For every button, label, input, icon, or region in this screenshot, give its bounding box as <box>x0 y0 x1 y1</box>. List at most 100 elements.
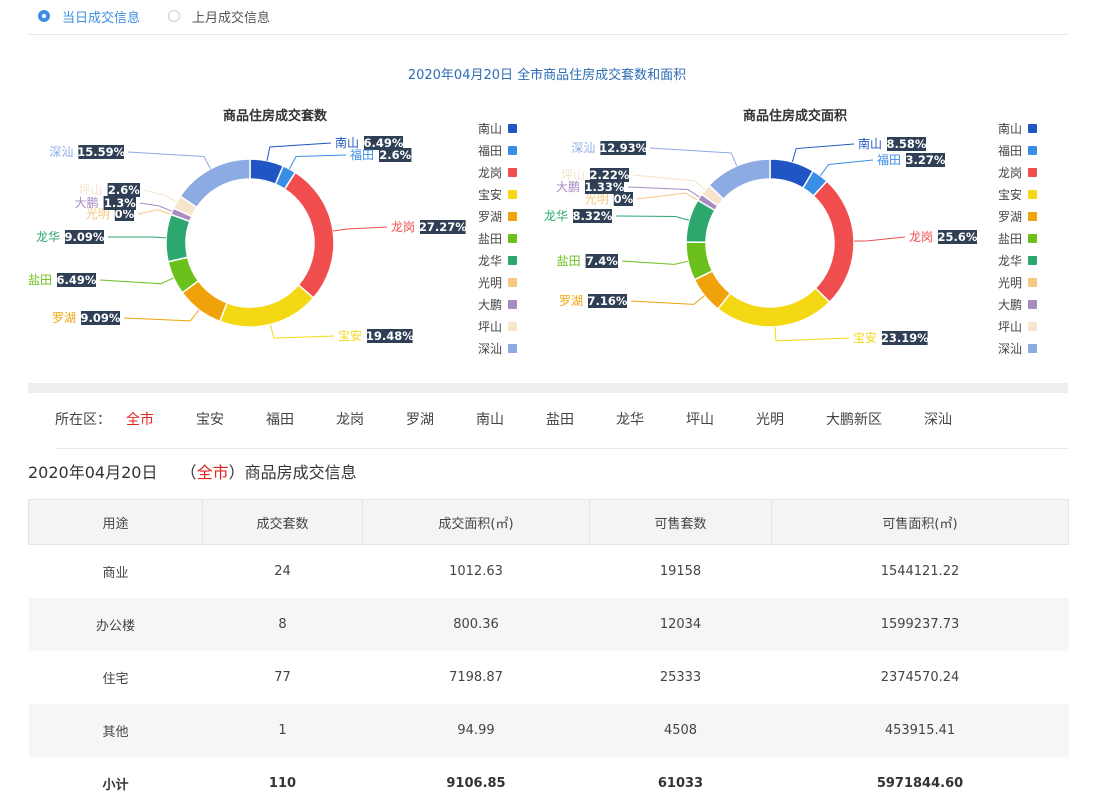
table-header-cell: 可售套数 <box>589 499 772 545</box>
slice-label-name: 光明 <box>585 192 609 206</box>
deal-info-table: 用途 成交套数 成交面积(㎡) 可售套数 可售面积(㎡) 商业 24 1012.63 1915… <box>28 499 1069 810</box>
leader-line <box>853 236 906 242</box>
slice-label-name: 大鹏 <box>75 196 99 210</box>
leader-line <box>774 326 850 342</box>
section-separator <box>28 383 1068 393</box>
divider <box>55 448 1068 449</box>
district-item[interactable]: 龙华 <box>616 409 644 429</box>
slice-label-name: 宝安 <box>853 330 877 345</box>
district-item[interactable]: 宝安 <box>196 409 224 429</box>
table-cell: 1599237.73 <box>771 598 1069 651</box>
table-row: 商业 24 1012.63 19158 1544121.22 <box>29 545 1069 599</box>
legend-swatch <box>508 190 517 199</box>
district-item[interactable]: 盐田 <box>546 409 574 429</box>
leader-line <box>615 215 690 221</box>
divider <box>28 34 1068 35</box>
table-cell: 其他 <box>28 704 203 757</box>
donut-slice <box>716 287 831 328</box>
district-item[interactable]: 坪山 <box>686 409 714 429</box>
district-item[interactable]: 罗湖 <box>406 409 434 429</box>
table-title-suffix: 商品房成交信息 <box>244 463 357 482</box>
legend-label: 深汕 <box>998 342 1022 356</box>
leader-line <box>289 154 347 170</box>
district-filter-label: 所在区： <box>55 412 111 428</box>
legend-swatch <box>1028 278 1037 287</box>
legend-swatch <box>1028 344 1037 353</box>
donut-slice <box>165 213 191 263</box>
radio-last-month[interactable]: 上月成交信息 <box>168 7 270 26</box>
slice-label-name: 大鹏 <box>556 180 580 194</box>
district-item[interactable]: 光明 <box>756 409 784 429</box>
page-title: 2020年04月20日 全市商品住房成交套数和面积 <box>407 68 687 83</box>
leader-line <box>819 159 874 177</box>
district-item[interactable]: 福田 <box>266 409 294 429</box>
table-header-cell: 成交面积(㎡) <box>362 499 590 545</box>
legend-label: 宝安 <box>478 187 502 202</box>
slice-label-value: 12.93% <box>599 141 647 155</box>
legend-label: 罗湖 <box>998 209 1022 224</box>
slice-label-name: 盐田 <box>28 273 52 287</box>
legend-swatch <box>508 300 517 309</box>
district-item[interactable]: 深汕 <box>924 409 952 429</box>
slice-label-value: 15.59% <box>77 145 125 159</box>
table-cell: 小计 <box>102 778 129 793</box>
slice-label-name: 盐田 <box>557 254 581 268</box>
table-header-cell: 可售面积(㎡) <box>771 499 1069 545</box>
legend-swatch <box>508 322 517 331</box>
table-cell: 商业 <box>102 566 129 581</box>
table-header-cell: 成交套数 <box>202 499 363 545</box>
slice-label-name: 南山 <box>858 136 882 151</box>
slice-label-name: 宝安 <box>338 328 362 343</box>
legend-swatch <box>1028 212 1037 221</box>
slice-label-value: 2.6% <box>379 148 411 162</box>
legend-swatch <box>508 278 517 287</box>
legend-label: 福田 <box>998 143 1022 158</box>
table-cell: 9106.85 <box>446 776 506 791</box>
table-row: 办公楼 8 800.36 12034 1599237.73 <box>28 598 1069 651</box>
slice-label-name: 龙岗 <box>391 220 415 234</box>
leader-line <box>636 192 699 201</box>
table-cell: 19158 <box>659 564 702 579</box>
table-cell: 94.99 <box>362 704 590 757</box>
district-item[interactable]: 南山 <box>476 409 504 429</box>
legend-swatch <box>508 212 517 221</box>
slice-label-value: 19.48% <box>366 329 414 343</box>
slice-label-name: 罗湖 <box>559 293 583 308</box>
legend-swatch <box>1028 234 1037 243</box>
legend-swatch <box>508 124 517 133</box>
table-cell: 24 <box>274 564 291 579</box>
legend-label: 盐田 <box>478 232 502 246</box>
legend-label: 龙华 <box>478 254 502 268</box>
leader-line <box>143 189 177 203</box>
donut-slice <box>283 171 335 300</box>
district-item[interactable]: 龙岗 <box>336 409 364 429</box>
slice-label-value: 27.27% <box>419 220 467 234</box>
district-item[interactable]: 大鹏新区 <box>826 409 882 429</box>
legend-label: 盐田 <box>998 232 1022 246</box>
table-cell: 1 <box>202 704 363 757</box>
legend-label: 光明 <box>998 276 1022 290</box>
slice-label-name: 龙岗 <box>909 230 933 244</box>
district-item[interactable]: 全市 <box>126 409 154 429</box>
leader-line <box>266 142 332 161</box>
radio-last-month-label: 上月成交信息 <box>192 10 271 26</box>
legend-swatch <box>508 146 517 155</box>
slice-label-value: 7.16% <box>588 294 628 308</box>
leader-line <box>99 277 174 285</box>
legend-swatch <box>1028 168 1037 177</box>
slice-label-value: 2.22% <box>590 168 630 182</box>
table-cell: 25333 <box>659 670 702 685</box>
radio-selected-icon <box>38 10 50 22</box>
donut-charts: 商品住房成交套数南山 6.49% 福田 2.6% 龙岗 27.27% 宝安 19.48% 罗湖 9… <box>28 108 1037 356</box>
table-cell: 1012.63 <box>449 564 503 579</box>
chart-title: 商品住房成交套数 <box>223 108 328 124</box>
table-row: 其他 1 94.99 4508 453915.41 <box>28 704 1069 757</box>
slice-label-name: 龙华 <box>544 209 568 223</box>
slice-label-value: 7.4% <box>586 254 618 268</box>
legend-swatch <box>1028 124 1037 133</box>
leader-line <box>621 260 689 265</box>
radio-today[interactable]: 当日成交信息 <box>38 7 140 26</box>
leader-line <box>107 236 167 239</box>
legend-label: 龙岗 <box>478 166 502 180</box>
legend-swatch <box>508 168 517 177</box>
